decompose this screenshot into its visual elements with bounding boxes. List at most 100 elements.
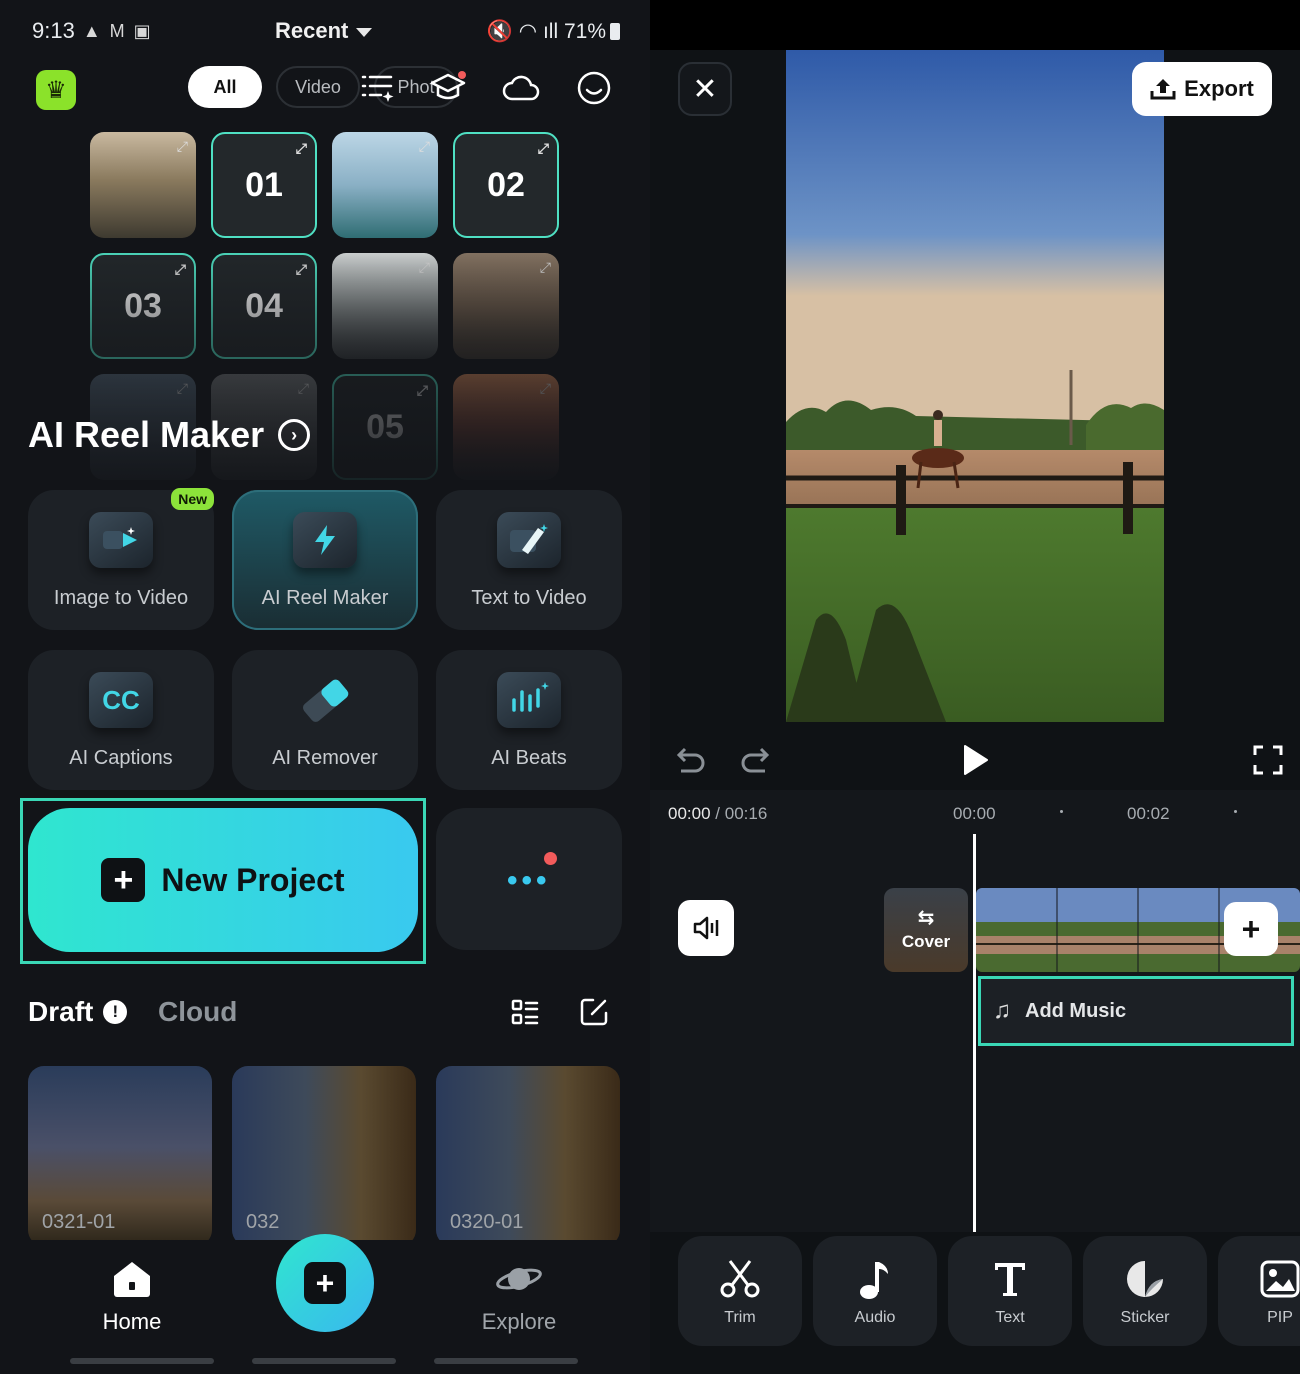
arrow-right-circle-icon: › [278, 419, 311, 451]
playhead[interactable] [973, 834, 976, 1234]
closed-captions-icon: CC [89, 672, 153, 728]
expand-icon: ⤢ [537, 140, 549, 156]
close-button[interactable]: ✕ [678, 62, 732, 116]
cloud-icon[interactable] [501, 68, 541, 108]
edit-icon[interactable] [578, 996, 610, 1033]
timeline: 00:00 / 00:16 00:00 00:02 ⇆ Cover + ♫ Ad… [650, 792, 1300, 1234]
cover-label: Cover [901, 932, 951, 951]
sticker-icon [1125, 1255, 1165, 1303]
editor-screen: ✕ Export 00:00 / 00:16 00:00 00:02 ⇆ Cov… [650, 0, 1300, 1374]
new-project-label: New Project [161, 861, 345, 898]
nav-home[interactable]: Home [72, 1260, 192, 1335]
tool-ai-remover[interactable]: AI Remover [232, 650, 418, 790]
draft-name: 032 [246, 1211, 280, 1233]
draft-item[interactable]: 0320-01 [436, 1066, 620, 1246]
lightning-icon [293, 512, 357, 568]
filter-video[interactable]: Video [276, 66, 360, 108]
eraser-icon [293, 672, 357, 728]
timecode: 00:00 / 00:16 [668, 804, 768, 823]
add-music-track[interactable]: ♫ Add Music [978, 976, 1294, 1046]
notification-dot [544, 852, 557, 865]
system-nav-bar [434, 1358, 578, 1364]
redo-icon[interactable] [734, 738, 778, 782]
tool-label: AI Captions [69, 747, 173, 769]
tab-draft-label: Draft [28, 996, 94, 1027]
alert-icon: ! [103, 1000, 128, 1024]
video-preview[interactable] [786, 50, 1164, 722]
mute-clip-button[interactable] [678, 900, 734, 956]
ruler-dot [1234, 810, 1237, 813]
slot-number: 02 [487, 165, 525, 204]
grid-view-icon[interactable] [510, 998, 540, 1033]
cover-button[interactable]: ⇆ Cover [884, 888, 968, 972]
draft-item[interactable]: 0321-01 [28, 1066, 212, 1246]
nav-home-label: Home [102, 1309, 162, 1334]
chevron-down-icon [356, 27, 373, 37]
tool-audio[interactable]: Audio [813, 1236, 937, 1346]
tool-sticker[interactable]: Sticker [1083, 1236, 1207, 1346]
tool-text[interactable]: Text [948, 1236, 1072, 1346]
music-add-icon: ♫ [993, 997, 1011, 1024]
gallery-photo-bridge[interactable]: ⤢ [332, 132, 438, 238]
new-project-button[interactable]: + New Project [28, 808, 418, 952]
gallery-slot-02[interactable]: 02 ⤢ [453, 132, 559, 238]
new-badge: New [171, 488, 214, 510]
tool-image-to-video[interactable]: New Image to Video [28, 488, 214, 630]
tool-label: Audio [854, 1309, 896, 1326]
current-time: 00:00 [668, 804, 711, 823]
more-tools-button[interactable]: ••• [436, 808, 622, 950]
ruler-tick: 00:02 [1127, 804, 1170, 823]
crown-icon[interactable]: ♛ [36, 70, 76, 110]
beats-icon [497, 672, 561, 728]
tool-pip[interactable]: PIP [1218, 1236, 1300, 1346]
undo-icon[interactable] [668, 738, 712, 782]
bottom-navigation: Home + Explore [0, 1234, 650, 1374]
tool-label: Image to Video [53, 587, 189, 609]
filter-toolbar: ♛ All Video Phot [0, 66, 650, 116]
gallery-photo-cafe[interactable]: ⤢ [90, 132, 196, 238]
swap-icon: ⇆ [917, 907, 935, 929]
expand-icon: ⤢ [295, 140, 307, 156]
pen-video-icon [497, 512, 561, 568]
pip-icon [1259, 1255, 1300, 1303]
plus-icon: + [1241, 910, 1261, 947]
tab-cloud[interactable]: Cloud [158, 996, 237, 1028]
play-icon[interactable] [953, 738, 997, 782]
upload-icon [1150, 79, 1176, 100]
tab-draft[interactable]: Draft ! [28, 996, 128, 1028]
scissors-icon [718, 1255, 762, 1303]
slot-number: 01 [245, 165, 283, 204]
system-nav-bar [252, 1358, 396, 1364]
profile-smile-icon[interactable] [574, 68, 614, 108]
add-music-label: Add Music [1025, 999, 1127, 1022]
fullscreen-icon[interactable] [1246, 738, 1290, 782]
tool-ai-captions[interactable]: CC AI Captions [28, 650, 214, 790]
section-title: AI Reel Maker [28, 414, 265, 455]
battery-icon [610, 22, 620, 40]
create-fab[interactable]: + [276, 1234, 374, 1332]
tool-text-to-video[interactable]: Text to Video [436, 490, 622, 630]
system-icons: 🔇 ◠ ıll 71% [487, 19, 620, 44]
draft-item[interactable]: 032 [232, 1066, 416, 1246]
cc-glyph: CC [102, 684, 140, 715]
home-icon [114, 1262, 150, 1297]
ai-reel-maker-heading[interactable]: AI Reel Maker › [28, 414, 311, 456]
add-clip-button[interactable]: + [1224, 902, 1278, 956]
tool-ai-reel-maker[interactable]: AI Reel Maker [232, 490, 418, 630]
playback-controls [650, 730, 1300, 790]
tool-ai-beats[interactable]: AI Beats [436, 650, 622, 790]
tool-trim[interactable]: Trim [678, 1236, 802, 1346]
tool-label: AI Reel Maker [261, 587, 389, 609]
export-button[interactable]: Export [1132, 62, 1272, 116]
expand-icon: ⤢ [176, 138, 188, 154]
tool-label: Trim [724, 1309, 756, 1326]
nav-explore[interactable]: Explore [459, 1260, 579, 1335]
tool-label: Text to Video [471, 587, 587, 609]
editor-toolbar: Trim Audio Text Sticker PIP [650, 1232, 1300, 1374]
filter-all[interactable]: All [188, 66, 262, 108]
album-selector[interactable]: Recent [275, 18, 373, 44]
list-sparkle-icon[interactable] [358, 68, 398, 108]
home-screen: 9:13 ▲ M ▣ Recent 🔇 ◠ ıll 71% ♛ All Vide… [0, 0, 650, 1374]
graduation-cap-icon[interactable] [428, 68, 468, 108]
gallery-slot-01[interactable]: 01 ⤢ [211, 132, 317, 238]
